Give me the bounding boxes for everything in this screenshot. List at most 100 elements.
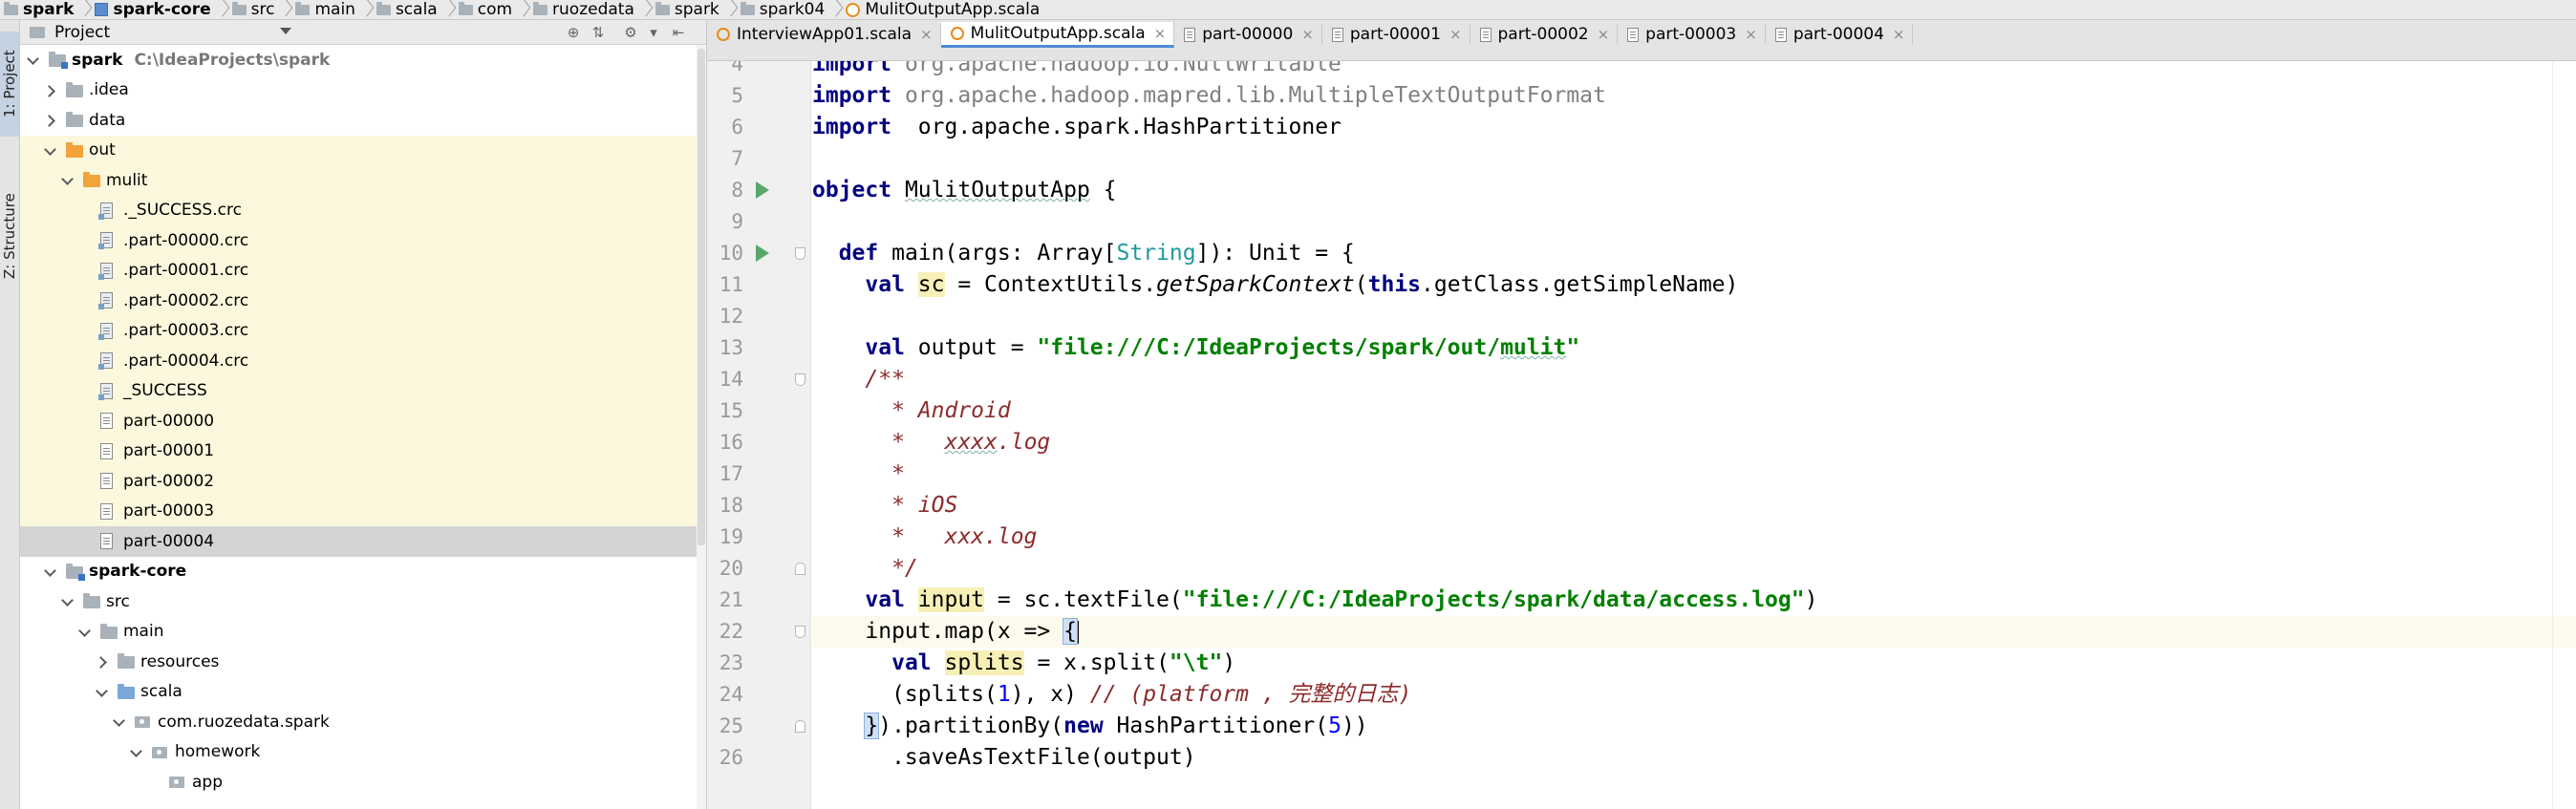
- tree-node[interactable]: .part-00002.crc: [20, 286, 706, 316]
- code-line[interactable]: [812, 206, 2576, 238]
- editor-tab[interactable]: InterviewApp01.scala ×: [707, 24, 941, 45]
- code-line[interactable]: /**: [812, 364, 2576, 395]
- chevron-down-icon[interactable]: [45, 566, 56, 578]
- breadcrumb-item[interactable]: scala: [373, 0, 443, 19]
- close-icon[interactable]: ×: [1893, 26, 1905, 43]
- code-line[interactable]: val splits = x.split("\t"): [812, 648, 2576, 679]
- close-icon[interactable]: ×: [1301, 26, 1314, 43]
- tree-node[interactable]: .part-00004.crc: [20, 346, 706, 376]
- chevron-right-icon[interactable]: [45, 85, 56, 96]
- code-line[interactable]: val sc = ContextUtils.getSparkContext(th…: [812, 269, 2576, 301]
- editor-gutter[interactable]: 4 5 6 7 8 9 10 11 12 13 14 15 16 17 18 19 20 21 22 23 24 25 26: [707, 61, 811, 809]
- chevron-down-icon[interactable]: ▾: [645, 24, 662, 41]
- scroll-from-source-icon[interactable]: ⊕: [565, 24, 582, 41]
- project-scrollbar[interactable]: [697, 45, 706, 809]
- editor-tab[interactable]: part-00000 ×: [1174, 24, 1322, 45]
- close-icon[interactable]: ×: [1745, 26, 1757, 43]
- tree-node[interactable]: homework: [20, 737, 706, 768]
- code-line[interactable]: (splits(1), x) // (platform , 完整的日志): [812, 679, 2576, 711]
- code-line[interactable]: import org.apache.hadoop.mapred.lib.Mult…: [812, 80, 2576, 112]
- tree-node[interactable]: spark-core: [20, 557, 706, 587]
- chevron-down-icon[interactable]: [114, 716, 125, 728]
- breadcrumb-item[interactable]: spark: [652, 0, 725, 19]
- breadcrumb-item[interactable]: main: [291, 0, 360, 19]
- project-view-selector[interactable]: Project: [54, 23, 110, 42]
- project-scrollbar-thumb[interactable]: [698, 49, 705, 545]
- chevron-down-icon[interactable]: [79, 627, 91, 638]
- code-editor[interactable]: 4 5 6 7 8 9 10 11 12 13 14 15 16 17 18 19 20 21 22 23 24 25 26…: [707, 61, 2576, 809]
- tree-node[interactable]: .idea: [20, 75, 706, 106]
- tree-node[interactable]: src: [20, 586, 706, 617]
- chevron-down-icon[interactable]: [62, 175, 74, 186]
- breadcrumb-item[interactable]: ruozedata: [529, 0, 640, 19]
- fold-icon[interactable]: [795, 720, 805, 733]
- editor-tab[interactable]: part-00003 ×: [1618, 24, 1766, 45]
- code-line[interactable]: import org.apache.hadoop.io.NullWritable: [812, 61, 2576, 80]
- code-line[interactable]: [812, 301, 2576, 332]
- chevron-down-icon[interactable]: [97, 687, 108, 698]
- code-line[interactable]: input.map(x => {: [812, 616, 2576, 648]
- code-line[interactable]: val output = "file:///C:/IdeaProjects/sp…: [812, 332, 2576, 364]
- breadcrumb-item[interactable]: spark: [0, 0, 79, 19]
- fold-icon[interactable]: [795, 373, 805, 386]
- tree-node[interactable]: ._SUCCESS.crc: [20, 195, 706, 225]
- code-line[interactable]: val input = sc.textFile("file:///C:/Idea…: [812, 585, 2576, 616]
- breadcrumb-item[interactable]: com: [455, 0, 518, 19]
- tool-tab-structure[interactable]: Z: Structure: [0, 179, 19, 293]
- code-line[interactable]: [812, 143, 2576, 175]
- chevron-right-icon[interactable]: [45, 115, 56, 126]
- fold-icon[interactable]: [795, 626, 805, 638]
- tree-node[interactable]: _SUCCESS: [20, 375, 706, 406]
- tree-node[interactable]: .part-00001.crc: [20, 255, 706, 286]
- tree-node[interactable]: .part-00000.crc: [20, 225, 706, 256]
- chevron-down-icon[interactable]: [62, 596, 74, 607]
- code-line[interactable]: *: [812, 458, 2576, 490]
- tree-node[interactable]: .part-00003.crc: [20, 315, 706, 346]
- breadcrumb-item[interactable]: spark04: [737, 0, 831, 19]
- code-line[interactable]: * xxxx.log: [812, 427, 2576, 458]
- tree-node[interactable]: data: [20, 105, 706, 136]
- editor-tab[interactable]: part-00002 ×: [1470, 24, 1619, 45]
- fold-icon[interactable]: [795, 563, 805, 575]
- tree-node[interactable]: part-00002: [20, 466, 706, 497]
- code-line[interactable]: import org.apache.spark.HashPartitioner: [812, 112, 2576, 143]
- chevron-down-icon[interactable]: [45, 145, 56, 157]
- tree-node[interactable]: scala: [20, 677, 706, 708]
- tree-node[interactable]: mulit: [20, 165, 706, 196]
- tree-node[interactable]: app: [20, 767, 706, 798]
- tree-node[interactable]: part-00004: [20, 526, 706, 557]
- chevron-right-icon[interactable]: [97, 656, 108, 668]
- close-icon[interactable]: ×: [1154, 25, 1167, 42]
- close-icon[interactable]: ×: [1449, 26, 1462, 43]
- breadcrumb-item[interactable]: spark-core: [91, 0, 216, 19]
- code-line[interactable]: .saveAsTextFile(output): [812, 742, 2576, 774]
- hide-panel-icon[interactable]: ⇤: [670, 24, 687, 41]
- gear-icon[interactable]: ⚙: [622, 24, 639, 41]
- close-icon[interactable]: ×: [1598, 26, 1610, 43]
- tree-node[interactable]: resources: [20, 647, 706, 677]
- code-line[interactable]: */: [812, 553, 2576, 585]
- tree-node[interactable]: part-00000: [20, 406, 706, 436]
- editor-tab[interactable]: part-00001 ×: [1322, 24, 1470, 45]
- close-icon[interactable]: ×: [920, 26, 933, 43]
- breadcrumb-item[interactable]: src: [228, 0, 281, 19]
- code-line[interactable]: def main(args: Array[String]): Unit = {: [812, 238, 2576, 269]
- code-line[interactable]: }).partitionBy(new HashPartitioner(5)): [812, 711, 2576, 742]
- fold-icon[interactable]: [795, 247, 805, 260]
- breadcrumb-item[interactable]: MulitOutputApp.scala: [842, 0, 1045, 19]
- run-icon[interactable]: [756, 181, 769, 199]
- tree-node[interactable]: part-00001: [20, 436, 706, 466]
- code-line[interactable]: object MulitOutputApp {: [812, 175, 2576, 206]
- tree-node[interactable]: part-00003: [20, 496, 706, 526]
- tree-node[interactable]: com.ruozedata.spark: [20, 707, 706, 737]
- code-line[interactable]: * xxx.log: [812, 522, 2576, 553]
- tree-node[interactable]: main: [20, 617, 706, 648]
- tree-node[interactable]: spark C:\IdeaProjects\spark: [20, 45, 706, 75]
- editor-tab[interactable]: MulitOutputApp.scala ×: [940, 22, 1175, 48]
- code-line[interactable]: * Android: [812, 395, 2576, 427]
- tree-node[interactable]: out: [20, 135, 706, 165]
- editor-tab[interactable]: part-00004 ×: [1766, 24, 1914, 45]
- chevron-down-icon[interactable]: [28, 54, 39, 66]
- chevron-down-icon[interactable]: [131, 747, 142, 758]
- collapse-all-icon[interactable]: ⇅: [590, 24, 607, 41]
